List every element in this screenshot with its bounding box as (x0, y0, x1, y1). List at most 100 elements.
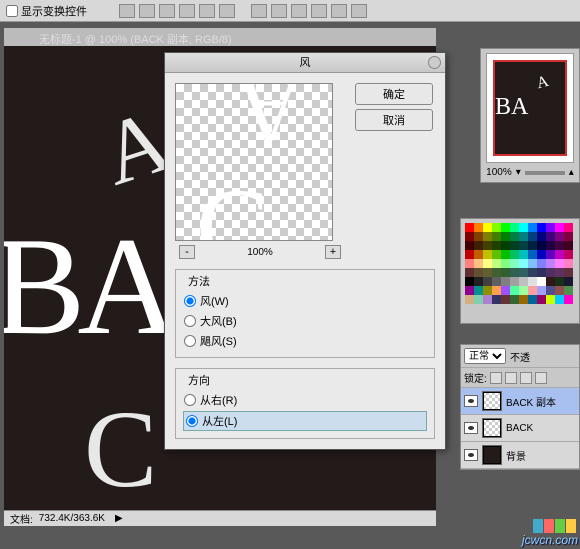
swatch[interactable] (510, 241, 519, 250)
swatch[interactable] (537, 232, 546, 241)
cancel-button[interactable]: 取消 (355, 109, 433, 131)
swatch[interactable] (501, 241, 510, 250)
swatch[interactable] (564, 232, 573, 241)
swatch[interactable] (528, 286, 537, 295)
swatch[interactable] (546, 250, 555, 259)
layer-thumbnail[interactable] (482, 445, 502, 465)
layer-row[interactable]: 背景 (461, 442, 579, 469)
swatch[interactable] (501, 268, 510, 277)
distribute-icon[interactable] (251, 4, 267, 18)
swatch[interactable] (555, 295, 564, 304)
swatch[interactable] (564, 295, 573, 304)
swatch[interactable] (465, 268, 474, 277)
swatch[interactable] (501, 277, 510, 286)
swatch[interactable] (555, 277, 564, 286)
navigator-thumbnail[interactable]: A BA (486, 53, 574, 163)
direction-radio[interactable] (186, 415, 198, 427)
swatch[interactable] (528, 277, 537, 286)
swatch[interactable] (564, 259, 573, 268)
layer-thumbnail[interactable] (482, 391, 502, 411)
distribute-icon[interactable] (351, 4, 367, 18)
swatch[interactable] (501, 232, 510, 241)
close-icon[interactable] (428, 56, 441, 69)
swatch[interactable] (537, 277, 546, 286)
swatch[interactable] (537, 223, 546, 232)
swatch[interactable] (519, 277, 528, 286)
swatch[interactable] (564, 223, 573, 232)
swatch[interactable] (483, 286, 492, 295)
swatch[interactable] (465, 223, 474, 232)
zoom-out-icon[interactable]: ▾ (516, 167, 521, 178)
swatch[interactable] (519, 223, 528, 232)
swatch[interactable] (555, 223, 564, 232)
align-icon[interactable] (179, 4, 195, 18)
method-radio[interactable] (184, 335, 196, 347)
distribute-icon[interactable] (311, 4, 327, 18)
swatch[interactable] (528, 250, 537, 259)
swatch[interactable] (492, 268, 501, 277)
layer-thumbnail[interactable] (482, 418, 502, 438)
align-icon[interactable] (159, 4, 175, 18)
swatch[interactable] (564, 250, 573, 259)
swatch[interactable] (483, 250, 492, 259)
swatch[interactable] (546, 259, 555, 268)
swatch[interactable] (510, 268, 519, 277)
method-option[interactable]: 飓风(S) (184, 333, 426, 349)
distribute-icon[interactable] (291, 4, 307, 18)
swatch[interactable] (492, 277, 501, 286)
swatch[interactable] (555, 286, 564, 295)
align-icon[interactable] (119, 4, 135, 18)
swatch[interactable] (546, 286, 555, 295)
zoom-in-icon[interactable]: ▴ (569, 167, 574, 178)
blend-mode-select[interactable]: 正常 (464, 348, 506, 364)
swatch[interactable] (537, 286, 546, 295)
swatch[interactable] (483, 295, 492, 304)
swatch[interactable] (555, 259, 564, 268)
swatch[interactable] (564, 268, 573, 277)
swatch[interactable] (474, 277, 483, 286)
swatch[interactable] (564, 241, 573, 250)
method-option[interactable]: 风(W) (184, 293, 426, 309)
swatch[interactable] (492, 250, 501, 259)
swatch[interactable] (510, 232, 519, 241)
direction-radio[interactable] (184, 394, 196, 406)
method-radio[interactable] (184, 315, 196, 327)
visibility-icon[interactable] (464, 395, 478, 407)
swatch[interactable] (519, 268, 528, 277)
swatch[interactable] (510, 277, 519, 286)
swatch[interactable] (564, 277, 573, 286)
swatch[interactable] (555, 268, 564, 277)
swatch[interactable] (483, 259, 492, 268)
show-transform-controls-input[interactable] (6, 5, 18, 17)
direction-option[interactable]: 从右(R) (184, 392, 426, 408)
swatch[interactable] (465, 250, 474, 259)
preview-image[interactable]: A C (175, 83, 333, 241)
zoom-slider[interactable] (525, 171, 565, 175)
align-icon[interactable] (199, 4, 215, 18)
swatch[interactable] (465, 295, 474, 304)
swatch[interactable] (474, 268, 483, 277)
swatch[interactable] (501, 286, 510, 295)
method-radio[interactable] (184, 295, 196, 307)
swatch[interactable] (501, 259, 510, 268)
swatch[interactable] (546, 223, 555, 232)
swatch[interactable] (546, 232, 555, 241)
swatch[interactable] (537, 259, 546, 268)
zoom-out-button[interactable]: - (179, 245, 195, 259)
lock-pixels-icon[interactable] (505, 372, 517, 384)
swatch[interactable] (492, 241, 501, 250)
align-icon[interactable] (219, 4, 235, 18)
swatch[interactable] (555, 232, 564, 241)
swatch[interactable] (519, 286, 528, 295)
swatch[interactable] (555, 250, 564, 259)
swatch[interactable] (483, 232, 492, 241)
swatch[interactable] (474, 295, 483, 304)
distribute-icon[interactable] (331, 4, 347, 18)
swatch[interactable] (465, 241, 474, 250)
swatch[interactable] (474, 223, 483, 232)
swatch[interactable] (510, 223, 519, 232)
visibility-icon[interactable] (464, 449, 478, 461)
swatch[interactable] (528, 232, 537, 241)
swatch[interactable] (474, 286, 483, 295)
swatch[interactable] (510, 250, 519, 259)
